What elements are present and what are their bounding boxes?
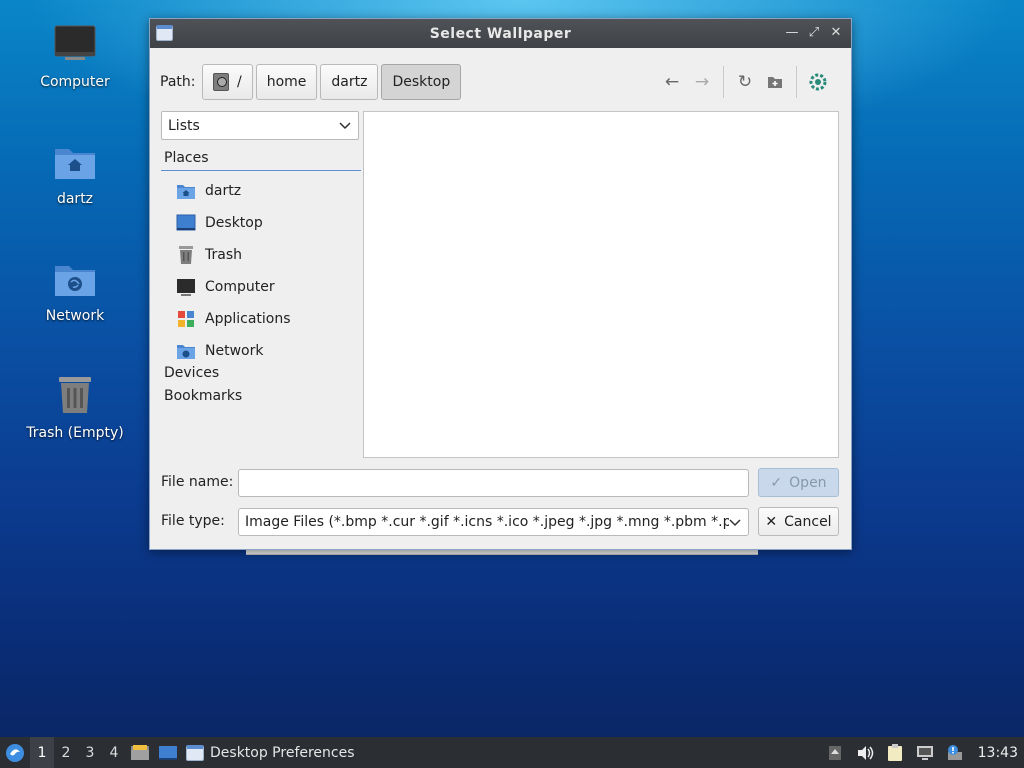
place-label: Network (205, 343, 264, 359)
select-wallpaper-dialog: Select Wallpaper — ⤢ ✕ Path: / home dart… (149, 18, 852, 550)
file-name-label: File name: (161, 474, 234, 490)
file-name-input[interactable] (238, 469, 749, 497)
devices-header[interactable]: Devices (164, 365, 219, 381)
cancel-button[interactable]: ✕ Cancel (758, 507, 839, 536)
workspace-1[interactable]: 1 (30, 737, 54, 768)
breadcrumb-root[interactable]: / (202, 64, 253, 100)
workspace-2[interactable]: 2 (54, 737, 78, 768)
computer-icon (177, 279, 195, 296)
show-desktop-button[interactable] (154, 737, 182, 768)
breadcrumb-desktop[interactable]: Desktop (381, 64, 462, 100)
system-tray: 13:43 (820, 737, 1024, 768)
open-button[interactable]: ✓ Open (758, 468, 839, 497)
dialog-title: Select Wallpaper (429, 25, 572, 42)
breadcrumb-label: home (266, 74, 307, 90)
desktop-icon-home[interactable]: dartz (20, 137, 130, 207)
options-gear-icon[interactable] (803, 67, 833, 97)
place-item-trash[interactable]: Trash (176, 239, 356, 271)
forward-arrow-icon[interactable]: → (687, 67, 717, 97)
minimize-button[interactable]: — (785, 25, 799, 41)
network-status-icon[interactable] (910, 737, 940, 768)
home-folder-icon (177, 185, 195, 199)
place-label: Applications (205, 311, 291, 327)
desktop-icon-network[interactable]: Network (20, 254, 130, 324)
open-button-label: Open (789, 474, 827, 491)
close-button[interactable]: ✕ (829, 25, 843, 41)
file-type-label: File type: (161, 513, 225, 529)
path-label: Path: (160, 74, 196, 90)
checkmark-icon: ✓ (770, 474, 783, 491)
places-header[interactable]: Places (161, 149, 361, 171)
lxqt-logo-icon (6, 743, 24, 762)
desktop-icon-trash[interactable]: Trash (Empty) (20, 371, 130, 441)
place-item-network[interactable]: Network (176, 335, 356, 367)
show-desktop-icon (159, 745, 177, 760)
computer-icon (54, 25, 96, 60)
toolbar-separator (796, 66, 797, 98)
path-bar: Path: / home dartz Desktop ← → ↻ (160, 64, 841, 100)
place-label: dartz (205, 183, 242, 199)
place-label: Computer (205, 279, 275, 295)
places-list: dartz Desktop Trash Computer Application… (176, 175, 356, 367)
workspace-4[interactable]: 4 (102, 737, 126, 768)
view-mode-value: Lists (168, 117, 200, 134)
network-folder-icon (55, 266, 95, 296)
chevron-down-icon (339, 122, 351, 130)
place-label: Desktop (205, 215, 263, 231)
breadcrumb-label: Desktop (392, 74, 451, 90)
app-window-icon (186, 744, 204, 761)
file-list-view[interactable] (363, 111, 839, 458)
place-label: Trash (205, 247, 242, 263)
desktop-icon-label: Computer (40, 74, 110, 90)
file-type-value: Image Files (*.bmp *.cur *.gif *.icns *.… (245, 514, 729, 530)
desktop-icon-label: Network (45, 308, 105, 324)
breadcrumb-home[interactable]: home (255, 64, 318, 100)
app-window-icon (156, 25, 173, 41)
place-item-computer[interactable]: Computer (176, 271, 356, 303)
refresh-icon[interactable]: ↻ (730, 67, 760, 97)
breadcrumb-label: dartz (331, 74, 368, 90)
taskbar-item-desktop-preferences[interactable]: Desktop Preferences (182, 737, 363, 768)
maximize-button[interactable]: ⤢ (807, 25, 821, 41)
file-type-select[interactable]: Image Files (*.bmp *.cur *.gif *.icns *.… (238, 508, 749, 536)
place-item-applications[interactable]: Applications (176, 303, 356, 335)
place-item-dartz[interactable]: dartz (176, 175, 356, 207)
desktop-icon-computer[interactable]: Computer (20, 20, 130, 90)
clipboard-icon[interactable] (880, 737, 910, 768)
drive-icon (213, 73, 229, 91)
desktop-icon (176, 214, 196, 231)
new-folder-icon[interactable] (760, 67, 790, 97)
bookmarks-header[interactable]: Bookmarks (164, 388, 242, 404)
view-mode-select[interactable]: Lists (161, 111, 359, 140)
volume-icon[interactable] (850, 737, 880, 768)
toolbar-separator (723, 66, 724, 98)
close-icon: ✕ (765, 513, 778, 530)
dialog-titlebar[interactable]: Select Wallpaper — ⤢ ✕ (150, 19, 851, 48)
taskbar: 1 2 3 4 Desktop Preferences 13:43 (0, 737, 1024, 768)
file-manager-icon (131, 744, 149, 760)
desktop-icon-label: dartz (56, 191, 94, 207)
desktop-icon-label: Trash (Empty) (26, 425, 124, 441)
tray-arrow-icon[interactable] (820, 737, 850, 768)
network-icon (177, 345, 195, 359)
place-item-desktop[interactable]: Desktop (176, 207, 356, 239)
breadcrumb-dartz[interactable]: dartz (320, 64, 379, 100)
update-notifier-icon[interactable] (940, 737, 970, 768)
cancel-button-label: Cancel (784, 513, 832, 530)
chevron-down-icon (729, 519, 741, 527)
applications-icon (178, 311, 194, 327)
clock[interactable]: 13:43 (970, 745, 1024, 761)
task-label: Desktop Preferences (210, 744, 355, 761)
breadcrumb-label: / (237, 74, 242, 90)
trash-icon (59, 377, 91, 413)
start-menu-button[interactable] (0, 737, 30, 768)
trash-icon (179, 246, 193, 264)
workspace-3[interactable]: 3 (78, 737, 102, 768)
file-manager-launcher[interactable] (126, 737, 154, 768)
home-folder-icon (55, 149, 95, 179)
back-arrow-icon[interactable]: ← (657, 67, 687, 97)
